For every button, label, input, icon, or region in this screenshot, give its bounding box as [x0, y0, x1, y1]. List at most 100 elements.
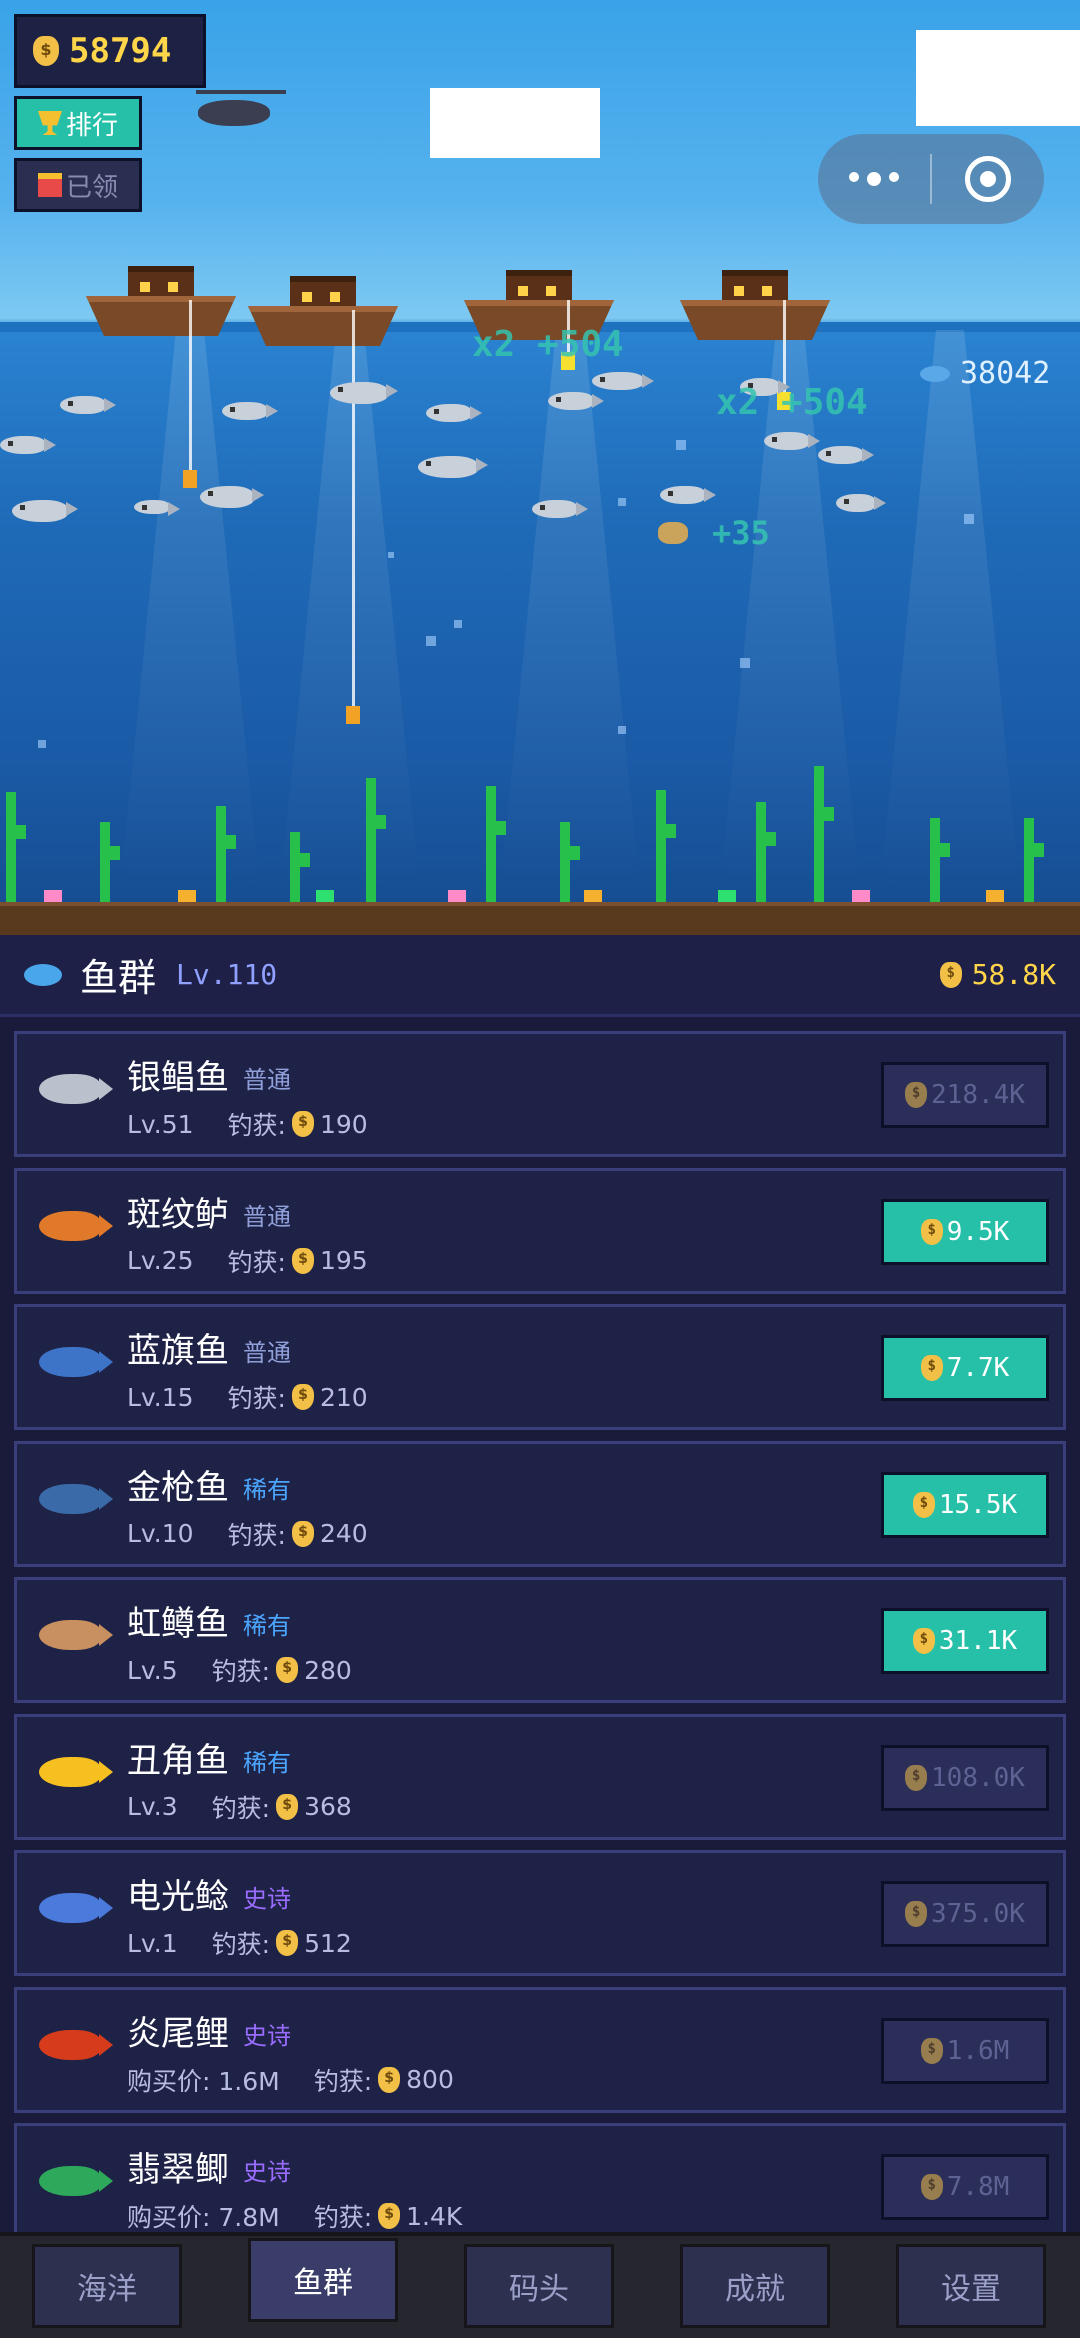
fish — [532, 500, 588, 518]
seaweed — [1024, 818, 1044, 902]
buy-button[interactable]: 7.8M — [881, 2154, 1049, 2220]
buy-price: 31.1K — [938, 1626, 1018, 1656]
money-bag-icon — [291, 1111, 314, 1137]
fish-name: 蓝旗鱼 — [127, 1331, 229, 1371]
money-bag-icon — [920, 2037, 943, 2064]
buy-button[interactable]: 31.1K — [881, 1608, 1049, 1674]
income-value: 58.8K — [971, 958, 1056, 991]
seabed — [0, 902, 1080, 935]
fish-list-item[interactable]: 金枪鱼稀有 Lv.10 钓获: 240 15.5K — [14, 1440, 1066, 1567]
coral — [44, 890, 62, 902]
fish-stats: Lv.51 钓获: 190 — [127, 1106, 368, 1142]
panel-level: Lv.110 — [176, 958, 278, 991]
cloud — [430, 88, 600, 158]
fish — [222, 402, 278, 420]
bubble — [740, 658, 750, 668]
fishing-line — [189, 300, 192, 470]
catch-value: 195 — [319, 1246, 368, 1275]
fish — [592, 372, 654, 390]
gift-button[interactable]: 已领 — [14, 158, 142, 212]
fish-icon — [39, 1620, 113, 1650]
fish-name: 丑角鱼 — [127, 1740, 229, 1781]
fish-icon — [39, 1347, 113, 1377]
money-bag-icon — [378, 2203, 401, 2229]
fish-stats: Lv.5 钓获: 280 — [127, 1652, 352, 1688]
fishing-boat[interactable] — [680, 270, 830, 350]
tab-1[interactable]: 鱼群 — [248, 2238, 398, 2322]
fish-level: Lv.10 — [127, 1519, 194, 1548]
seaweed — [756, 802, 776, 902]
fish — [200, 486, 264, 508]
catch-label: 钓获: — [313, 2066, 373, 2096]
fish-name: 斑纹鲈 — [127, 1194, 229, 1235]
rarity-badge: 稀有 — [243, 1475, 291, 1504]
fish-list-item[interactable]: 丑角鱼稀有 Lv.3 钓获: 368 108.0K — [14, 1713, 1066, 1840]
fishing-line — [783, 300, 786, 392]
close-miniprogram-button[interactable] — [932, 156, 1044, 202]
fish-list-item[interactable]: 斑纹鲈普通 Lv.25 钓获: 195 9.5K — [14, 1167, 1066, 1294]
fish-list-item[interactable]: 炎尾鲤史诗购买价: 1.6M 钓获: 800 1.6M — [14, 1986, 1066, 2113]
buy-price: 7.8M — [946, 2172, 1010, 2202]
gift-icon — [37, 173, 62, 197]
fish-list-item[interactable]: 翡翠鲫史诗购买价: 7.8M 钓获: 1.4K 7.8M — [14, 2123, 1066, 2232]
more-menu-button[interactable] — [818, 172, 930, 186]
catch-label: 钓获: — [313, 2203, 373, 2232]
fishing-boat[interactable] — [86, 266, 236, 346]
trophy-icon — [37, 111, 62, 135]
fish-icon — [39, 1893, 113, 1923]
fish-icon — [39, 1210, 113, 1241]
seaweed — [814, 766, 834, 902]
tab-3[interactable]: 成就 — [680, 2244, 830, 2328]
fish-list[interactable]: 银鲳鱼普通Lv.51钓获:190218.4K斑纹鲈普通Lv.25钓获:1959.… — [0, 1017, 1080, 2232]
tab-4[interactable]: 设置 — [896, 2244, 1046, 2328]
rarity-badge: 稀有 — [243, 1612, 291, 1640]
helicopter-icon — [658, 522, 688, 544]
buy-button[interactable]: 1.6M — [881, 2017, 1049, 2084]
bubble — [676, 440, 686, 450]
catch-label: 钓获: — [211, 1930, 271, 1959]
buy-price: 9.5K — [946, 1216, 1010, 1247]
fish — [836, 494, 886, 512]
fish-list-item[interactable]: 蓝旗鱼普通 Lv.15 钓获: 210 7.7K — [14, 1304, 1066, 1430]
buy-button[interactable]: 218.4K — [881, 1062, 1049, 1128]
rank-button[interactable]: 排行 — [14, 96, 142, 150]
fish-list-item[interactable]: 电光鲶史诗 Lv.1 钓获: 512 375.0K — [14, 1850, 1066, 1976]
fish-level: Lv.1 — [127, 1928, 178, 1958]
hook-icon — [183, 470, 197, 488]
gift-label: 已领 — [65, 172, 118, 203]
buy-button[interactable]: 375.0K — [881, 1881, 1049, 1947]
fish-icon — [39, 1483, 113, 1514]
money-display: 58794 — [14, 14, 206, 88]
bubble — [618, 498, 626, 506]
seaweed — [560, 822, 580, 902]
money-bag-icon — [291, 1384, 314, 1410]
buy-button[interactable]: 7.7K — [881, 1335, 1049, 1401]
helicopter-rotor — [196, 90, 286, 94]
money-bag-icon — [291, 1520, 314, 1547]
fish-level: Lv.51 — [127, 1109, 194, 1139]
buy-price: 108.0K — [931, 1762, 1025, 1793]
catch-value: 210 — [319, 1382, 368, 1412]
bonus-float-text: x2 +504 — [472, 324, 624, 365]
fish-name: 翡翠鲫 — [127, 2150, 229, 2190]
bubble — [618, 726, 626, 734]
tab-2[interactable]: 码头 — [464, 2244, 614, 2328]
fishing-boat[interactable] — [248, 276, 398, 356]
buy-button[interactable]: 108.0K — [881, 1744, 1049, 1811]
seaweed — [216, 806, 236, 902]
catch-label: 钓获: — [227, 1384, 286, 1413]
seaweed — [290, 832, 310, 902]
buy-button[interactable]: 9.5K — [881, 1198, 1049, 1265]
helicopter-icon — [198, 100, 270, 126]
money-bag-icon — [920, 2174, 943, 2200]
light-beam — [280, 330, 420, 890]
fish-list-item[interactable]: 虹鳟鱼稀有 Lv.5 钓获: 280 31.1K — [14, 1577, 1066, 1703]
fish — [548, 392, 604, 410]
fish — [660, 486, 716, 504]
fish-name: 虹鳟鱼 — [127, 1604, 229, 1644]
target-icon — [965, 156, 1011, 202]
seaweed — [100, 822, 120, 902]
buy-button[interactable]: 15.5K — [881, 1471, 1049, 1538]
tab-0[interactable]: 海洋 — [32, 2244, 182, 2328]
fish-list-item[interactable]: 银鲳鱼普通 Lv.51 钓获: 190 218.4K — [14, 1031, 1066, 1157]
